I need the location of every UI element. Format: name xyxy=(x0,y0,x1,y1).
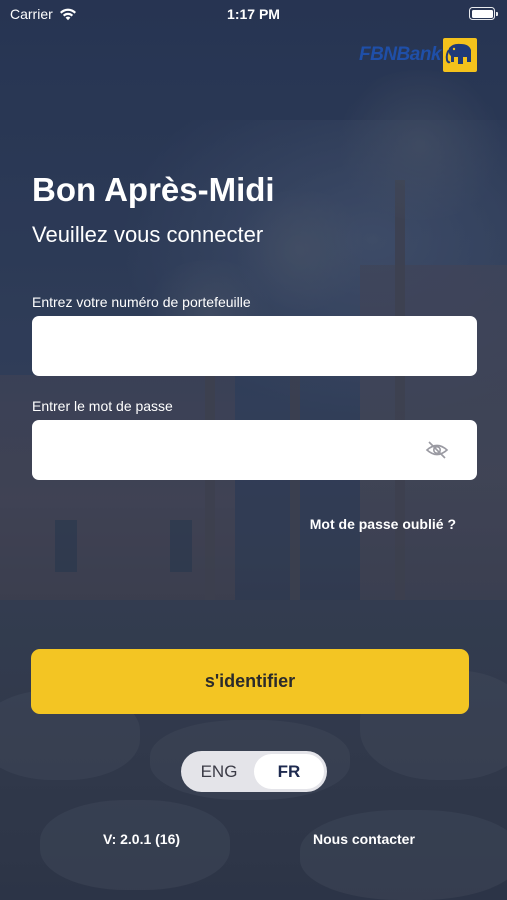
language-option-fr[interactable]: FR xyxy=(254,754,324,789)
password-field[interactable] xyxy=(32,420,477,480)
elephant-logo-icon xyxy=(443,38,477,72)
wallet-number-input[interactable] xyxy=(32,316,477,376)
app-version: V: 2.0.1 (16) xyxy=(103,831,181,847)
status-time: 1:17 PM xyxy=(227,6,280,22)
fbnbank-logo: FBNBank xyxy=(359,38,477,72)
logo-text: FBNBank xyxy=(358,44,442,65)
language-toggle[interactable]: ENG FR xyxy=(181,751,327,792)
status-bar: Carrier 1:17 PM xyxy=(0,0,507,28)
password-input[interactable] xyxy=(32,420,477,480)
contact-us-link[interactable]: Nous contacter xyxy=(313,831,415,847)
battery-icon xyxy=(469,7,498,20)
login-button[interactable]: s'identifier xyxy=(31,649,469,714)
password-label: Entrer le mot de passe xyxy=(32,398,173,414)
greeting-title: Bon Après-Midi xyxy=(32,171,275,208)
login-subtitle: Veuillez vous connecter xyxy=(32,222,264,247)
language-option-eng[interactable]: ENG xyxy=(184,754,254,789)
wallet-number-label: Entrez votre numéro de portefeuille xyxy=(32,294,251,310)
eye-off-icon[interactable] xyxy=(425,438,449,462)
wallet-number-field[interactable] xyxy=(32,316,477,376)
forgot-password-link[interactable]: Mot de passe oublié ? xyxy=(310,516,456,532)
